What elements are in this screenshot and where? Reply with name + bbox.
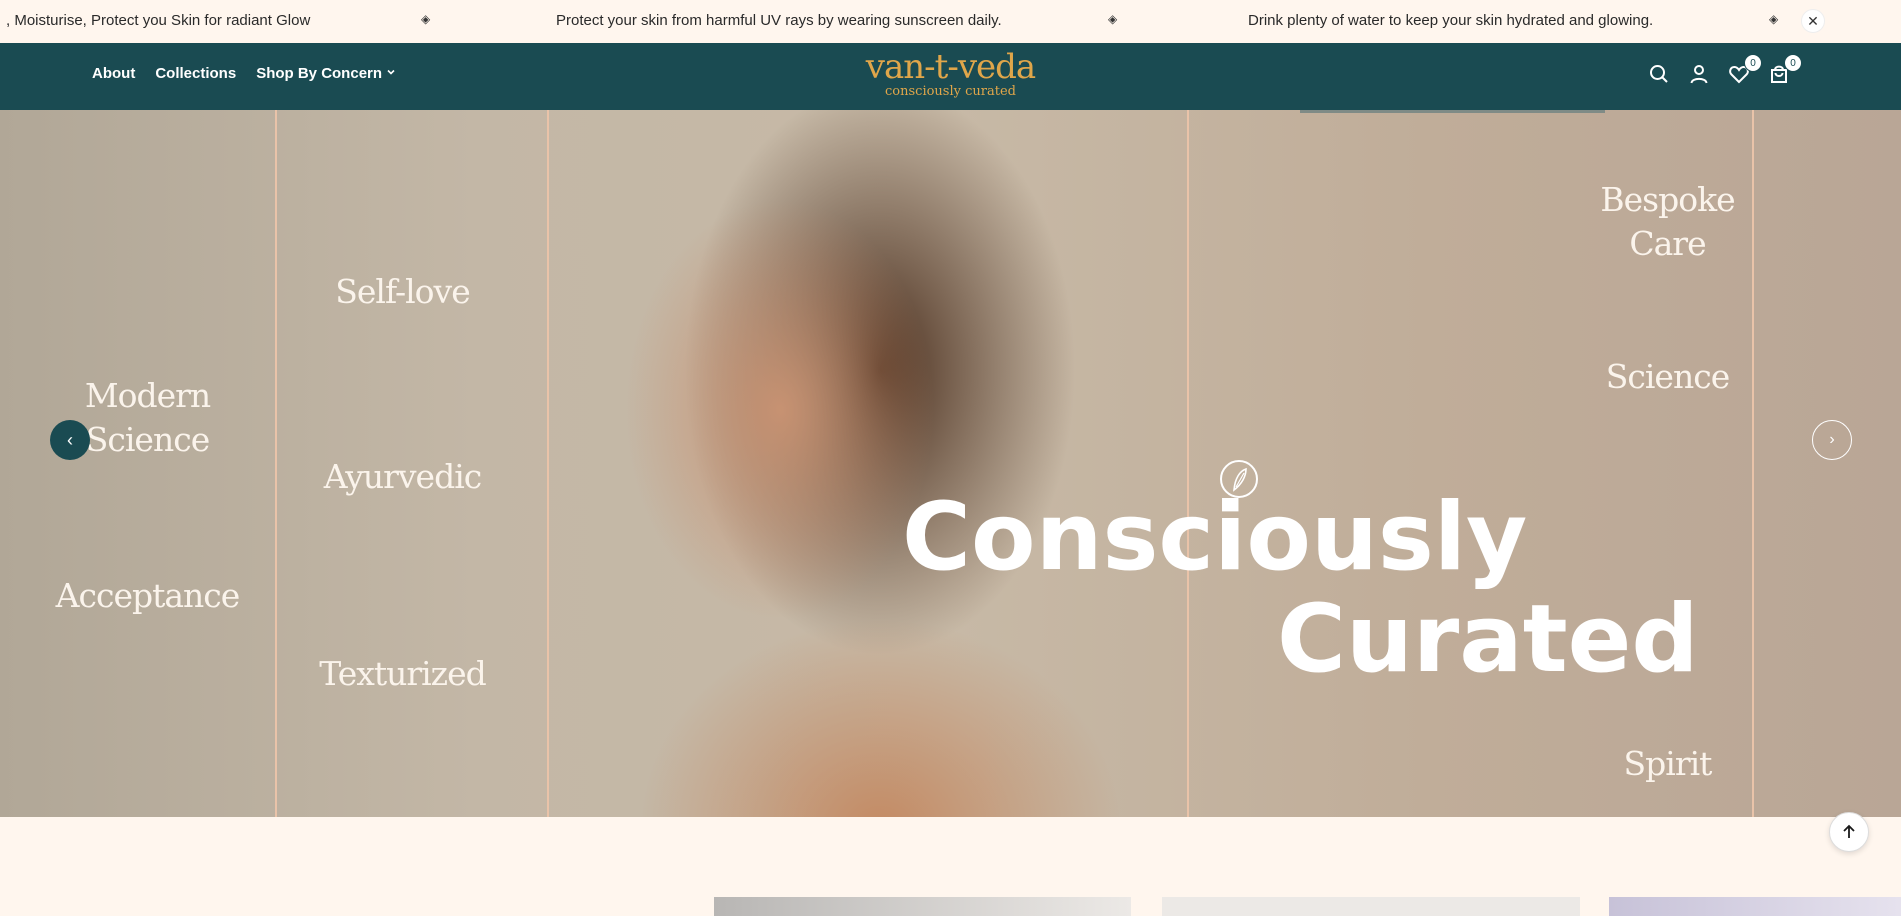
- logo[interactable]: van-t-veda consciously curated: [0, 49, 1901, 98]
- product-card-image[interactable]: [1609, 897, 1901, 916]
- chevron-left-icon: ‹: [67, 429, 73, 450]
- hero-headline-line2: Curated: [1277, 585, 1699, 694]
- wishlist-button[interactable]: 0: [1728, 54, 1762, 85]
- search-icon: [1650, 65, 1668, 83]
- divider-line: [1187, 110, 1189, 817]
- close-announcement-button[interactable]: ✕: [1801, 9, 1825, 33]
- divider-line: [547, 110, 549, 817]
- close-icon: ✕: [1807, 12, 1819, 29]
- announcement-message: Protect your skin from harmful UV rays b…: [556, 12, 1002, 29]
- hero-word: Spirit: [1623, 744, 1713, 783]
- announcement-message: , Moisturise, Protect you Skin for radia…: [6, 12, 311, 29]
- product-card-image[interactable]: [714, 897, 1131, 916]
- hero-word: Science: [1605, 357, 1730, 396]
- announcement-message: Drink plenty of water to keep your skin …: [1248, 12, 1654, 29]
- diamond-icon: ◈: [421, 12, 431, 26]
- hero-word: Self-love: [335, 272, 470, 311]
- chevron-right-icon: ›: [1829, 431, 1835, 448]
- slide-progress-bar: [1300, 110, 1605, 113]
- slide-next-button[interactable]: ›: [1812, 420, 1852, 460]
- hero-word: Acceptance: [55, 576, 241, 615]
- site-header: About Collections Shop By Concern van-t-…: [0, 43, 1901, 110]
- product-card-image[interactable]: [1162, 897, 1580, 916]
- cart-count-badge: 0: [1784, 54, 1802, 72]
- hero-headline-line1: Consciously: [902, 483, 1528, 592]
- back-to-top-button[interactable]: [1829, 812, 1869, 852]
- cart-button[interactable]: 0: [1768, 54, 1802, 85]
- announcement-bar: , Moisturise, Protect you Skin for radia…: [0, 0, 1901, 43]
- logo-tagline: consciously curated: [885, 84, 1016, 99]
- divider-line: [275, 110, 277, 817]
- search-button[interactable]: [1648, 63, 1670, 85]
- slide-prev-button[interactable]: ‹: [50, 420, 90, 460]
- hero-word: Bespoke Care: [1600, 180, 1735, 263]
- user-icon: [1690, 65, 1708, 84]
- hero-slideshow: Modern Science Acceptance Self-love Ayur…: [0, 110, 1901, 817]
- hero-word: Texturized: [319, 654, 486, 693]
- hero-word: Ayurvedic: [323, 457, 483, 496]
- account-button[interactable]: [1688, 63, 1710, 85]
- arrow-up-icon: [1843, 824, 1855, 838]
- header-icons: 0 0: [1648, 54, 1802, 85]
- wishlist-count-badge: 0: [1744, 54, 1762, 72]
- logo-wordmark: van-t-veda: [865, 47, 1036, 87]
- diamond-icon: ◈: [1769, 12, 1779, 26]
- diamond-icon: ◈: [1108, 12, 1118, 26]
